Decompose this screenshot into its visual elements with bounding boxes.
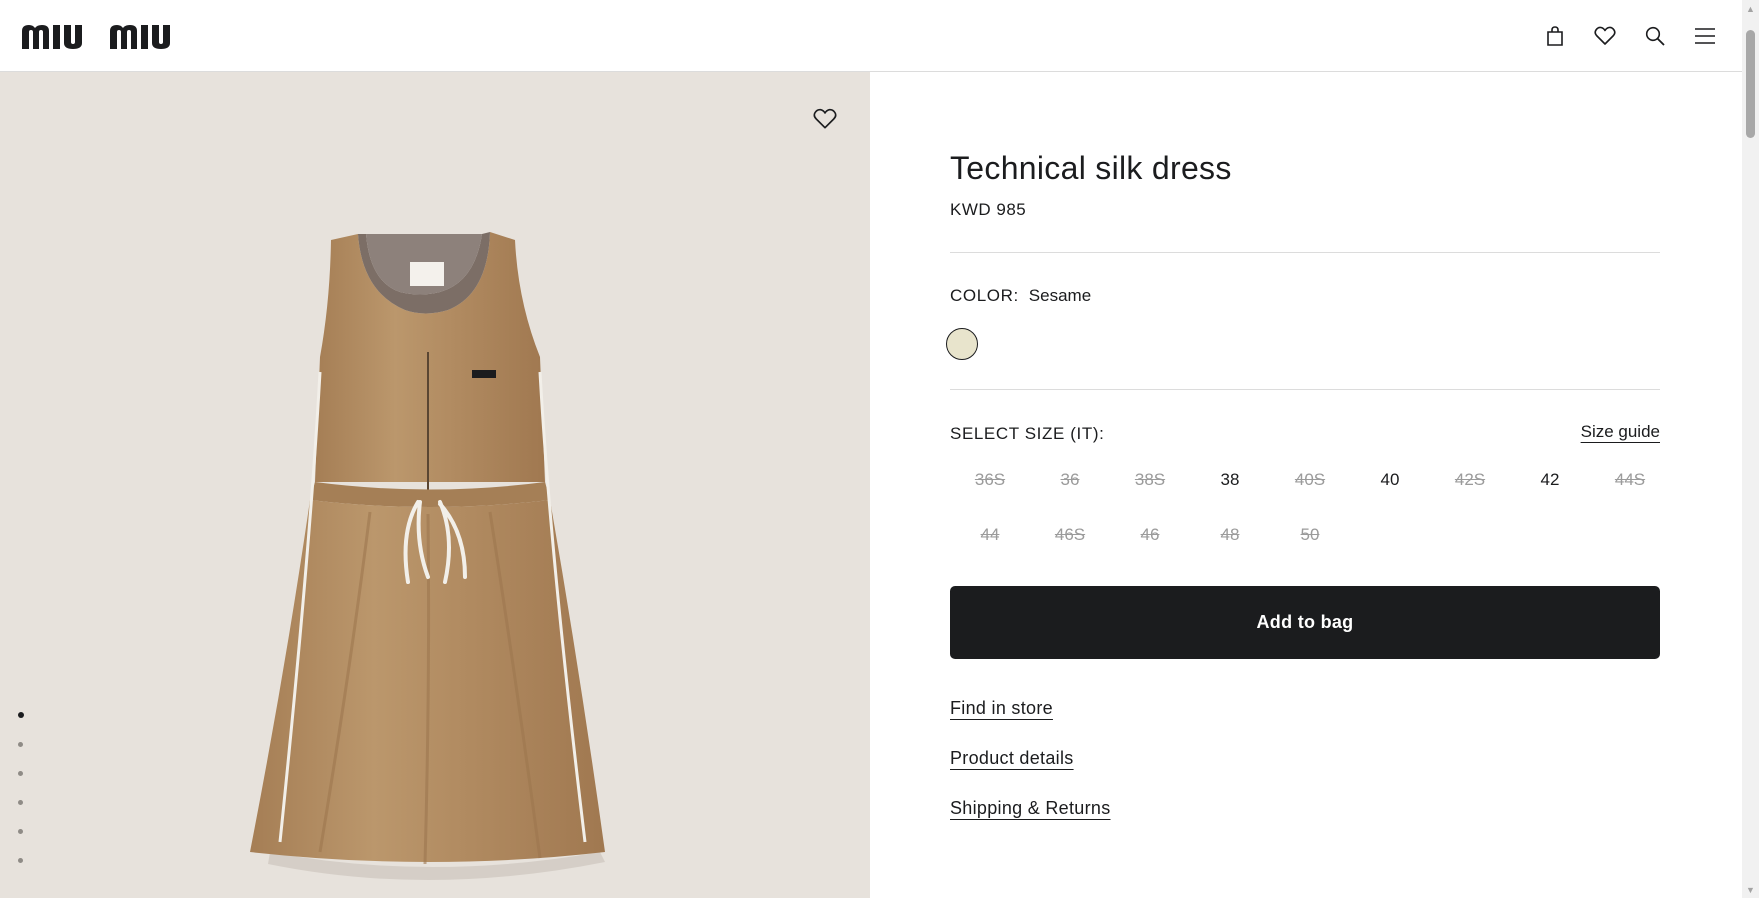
site-header [0, 0, 1742, 72]
scroll-thumb[interactable] [1746, 30, 1755, 138]
product-title: Technical silk dress [950, 150, 1232, 186]
header-actions [1544, 25, 1716, 47]
size-option[interactable]: 36S [950, 468, 1030, 492]
size-selector: 36S 36 38S 38 40S 40 42S 42 44S 44 46S 46 48 50 [950, 468, 1670, 547]
logo-mark [22, 24, 170, 49]
color-row: COLOR: Sesame [950, 286, 1091, 306]
add-to-wishlist-button[interactable] [812, 106, 838, 132]
size-option[interactable]: 40S [1270, 468, 1350, 492]
divider [950, 389, 1660, 390]
size-guide-link[interactable]: Size guide [1581, 422, 1660, 442]
shipping-returns-link[interactable]: Shipping & Returns [950, 798, 1111, 819]
product-gallery[interactable] [0, 72, 870, 898]
scroll-up-arrow-icon[interactable]: ▲ [1742, 0, 1759, 17]
find-in-store-link[interactable]: Find in store [950, 698, 1053, 719]
color-label: COLOR: [950, 286, 1019, 305]
size-option[interactable]: 48 [1190, 523, 1270, 547]
gallery-dot[interactable] [18, 742, 23, 747]
menu-icon[interactable] [1694, 25, 1716, 47]
size-option[interactable]: 44 [950, 523, 1030, 547]
page-scrollbar[interactable]: ▲ ▼ [1742, 0, 1759, 898]
size-option[interactable]: 46 [1110, 523, 1190, 547]
size-option[interactable]: 36 [1030, 468, 1110, 492]
size-option[interactable]: 46S [1030, 523, 1110, 547]
divider [950, 252, 1660, 253]
heart-icon [813, 108, 837, 129]
gallery-dot[interactable] [18, 858, 23, 863]
product-details-link[interactable]: Product details [950, 748, 1074, 769]
miu-miu-logo[interactable] [22, 21, 207, 51]
gallery-dot[interactable] [18, 800, 23, 805]
size-option[interactable]: 38S [1110, 468, 1190, 492]
gallery-pagination [18, 712, 24, 863]
size-option[interactable]: 42S [1430, 468, 1510, 492]
size-label: SELECT SIZE (IT): [950, 424, 1105, 443]
heart-icon[interactable] [1594, 25, 1616, 47]
gallery-dot[interactable] [18, 829, 23, 834]
gallery-dot[interactable] [18, 712, 24, 718]
add-to-bag-button[interactable]: Add to bag [950, 586, 1660, 659]
color-value: Sesame [1028, 286, 1092, 305]
product-price: KWD 985 [950, 200, 1027, 219]
size-option[interactable]: 50 [1270, 523, 1350, 547]
size-option[interactable]: 42 [1510, 468, 1590, 492]
shopping-bag-icon[interactable] [1544, 25, 1566, 47]
size-option[interactable]: 40 [1350, 468, 1430, 492]
search-icon[interactable] [1644, 25, 1666, 47]
dress-image [250, 232, 605, 881]
scroll-down-arrow-icon[interactable]: ▼ [1742, 881, 1759, 898]
color-swatch-sesame[interactable] [946, 328, 978, 360]
size-option[interactable]: 44S [1590, 468, 1670, 492]
size-option[interactable]: 38 [1190, 468, 1270, 492]
gallery-dot[interactable] [18, 771, 23, 776]
